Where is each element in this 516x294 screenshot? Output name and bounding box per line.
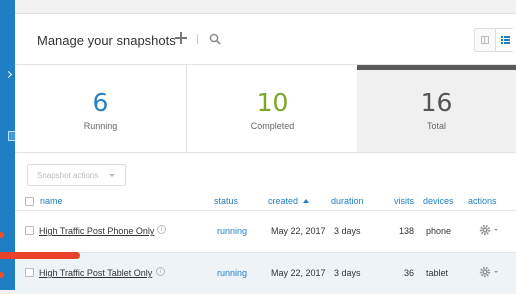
created-value: May 22, 2017 [271,226,326,236]
select-all-checkbox[interactable] [25,197,34,206]
grid-view-icon [481,36,489,44]
snapshot-name-link[interactable]: High Traffic Post Phone Only [39,226,154,236]
dropdown-label: Snapshot actions [37,171,99,180]
row-checkbox[interactable] [25,226,34,235]
stat-value: 16 [420,88,453,117]
column-header-visits[interactable]: visits [394,196,414,206]
sort-ascending-icon[interactable] [303,199,309,203]
view-toggle [474,28,516,52]
stat-value: 10 [256,88,289,117]
table-row[interactable]: High Traffic Post Phone Only i running M… [15,211,516,253]
column-header-status[interactable]: status [214,196,238,206]
table-row[interactable]: High Traffic Post Tablet Only i running … [15,253,516,294]
panel-header: Manage your snapshots [15,14,516,65]
column-header-created[interactable]: created [268,196,298,206]
stat-label: Completed [250,121,295,131]
page-title: Manage your snapshots [37,33,176,48]
search-icon[interactable] [209,33,221,45]
divider [15,152,516,153]
duration-value: 3 days [334,226,361,236]
gear-icon[interactable] [479,266,491,278]
column-header-devices[interactable]: devices [423,196,454,206]
add-icon[interactable] [175,32,187,44]
sidebar-indicator [0,272,4,278]
row-checkbox[interactable] [25,268,34,277]
stat-total[interactable]: 16 Total [357,65,516,152]
chevron-down-icon[interactable] [494,229,498,231]
visits-value: 138 [398,226,414,236]
chevron-right-icon[interactable] [4,70,13,79]
sidebar-indicator [0,232,4,238]
visits-value: 36 [403,268,414,278]
status-value: running [217,226,248,236]
list-view-icon [501,36,510,44]
info-icon[interactable]: i [157,225,166,234]
chevron-down-icon [109,174,115,177]
snapshot-name-link[interactable]: High Traffic Post Tablet Only [39,268,152,278]
gear-icon[interactable] [479,224,491,236]
duration-value: 3 days [334,268,361,278]
list-view-button[interactable] [495,29,516,51]
devices-value: phone [426,226,452,236]
snapshot-actions-dropdown[interactable]: Snapshot actions [27,164,126,186]
stat-label: Running [83,121,118,131]
app-sidebar [0,0,15,290]
created-value: May 22, 2017 [271,268,326,278]
column-header-name[interactable]: name [40,196,63,206]
divider [197,34,198,44]
snapshots-panel: Manage your snapshots 6 Running 10 Compl… [15,13,516,294]
stat-value: 6 [92,88,109,117]
devices-value: tablet [426,268,449,278]
column-header-duration[interactable]: duration [331,196,364,206]
stat-running[interactable]: 6 Running [15,65,186,152]
stat-completed[interactable]: 10 Completed [186,65,358,152]
annotation-arrow [0,252,80,259]
info-icon[interactable]: i [156,267,165,276]
grid-view-button[interactable] [475,29,495,51]
column-header-actions: actions [468,196,497,206]
stat-label: Total [426,121,446,131]
chevron-down-icon[interactable] [494,271,498,273]
sidebar-active-marker [8,131,15,141]
status-value: running [217,268,248,278]
